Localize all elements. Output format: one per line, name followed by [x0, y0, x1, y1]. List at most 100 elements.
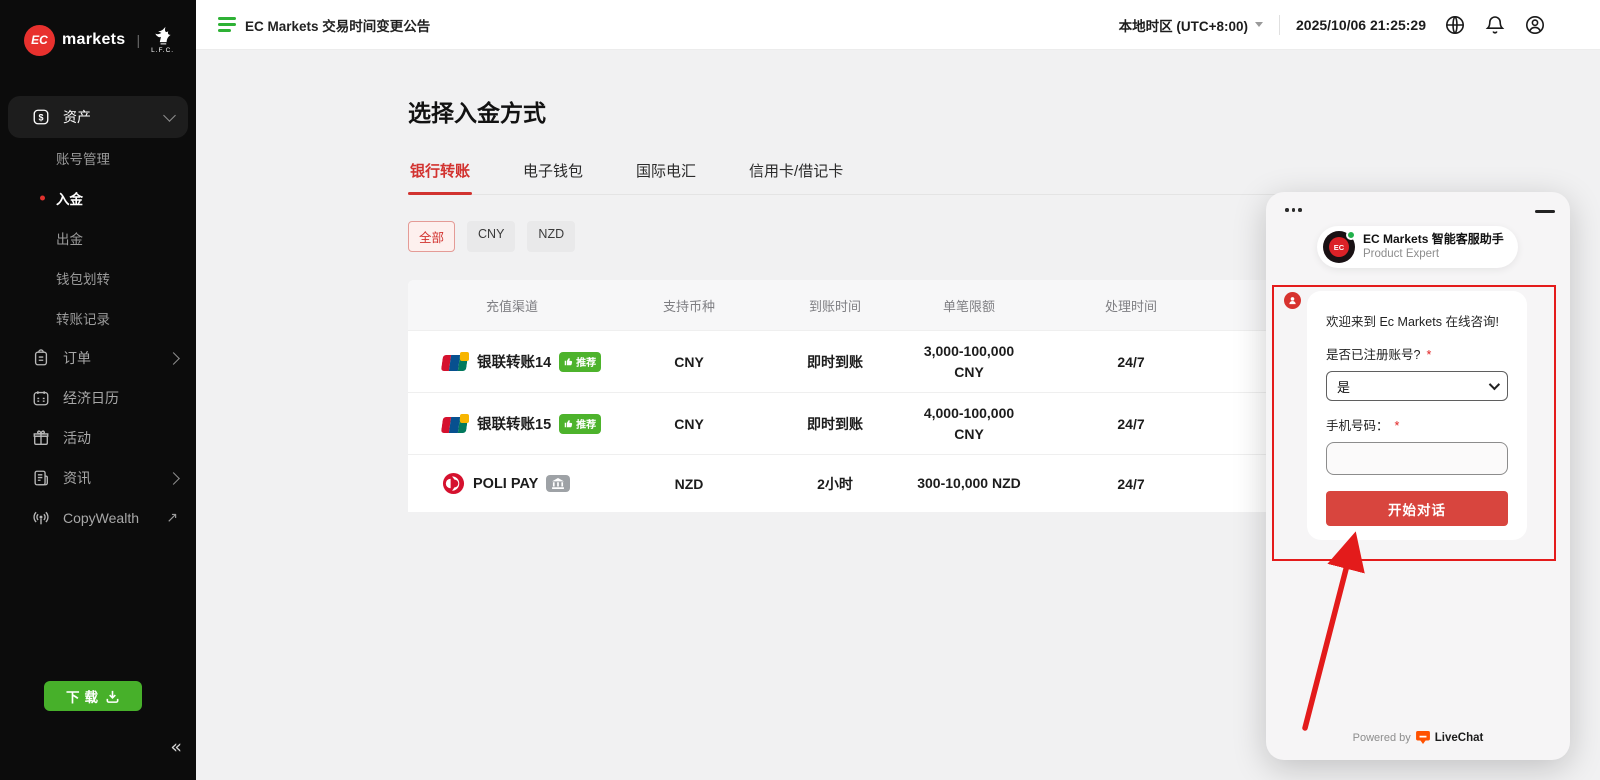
unionpay-logo-icon — [442, 352, 469, 371]
gift-icon — [32, 429, 50, 447]
cell-hours: 24/7 — [1030, 416, 1232, 432]
filter-all[interactable]: 全部 — [408, 221, 455, 252]
tab-bank-transfer[interactable]: 银行转账 — [408, 154, 472, 194]
sidebar-item-withdraw[interactable]: 出金 — [0, 218, 196, 258]
logo-divider: | — [136, 32, 140, 48]
filter-nzd[interactable]: NZD — [527, 221, 575, 252]
sidebar-item-label: 入金 — [56, 188, 83, 208]
brand-logo: EC markets | L.F.C. — [0, 0, 196, 64]
powered-by-label: Powered by — [1353, 732, 1411, 744]
required-asterisk: * — [1395, 419, 1400, 433]
sidebar-item-news[interactable]: 资讯 — [0, 458, 196, 498]
sidebar-item-economic-calendar[interactable]: 经济日历 — [0, 378, 196, 418]
cell-hours: 24/7 — [1030, 354, 1232, 370]
sidebar-item-label: 转账记录 — [56, 308, 110, 328]
cell-arrival: 2小时 — [762, 474, 908, 494]
cell-limit: 300-10,000 NZD — [908, 473, 1030, 494]
dollar-square-icon: $ — [32, 108, 50, 126]
chevron-right-icon — [167, 472, 180, 485]
livechat-widget: EC EC Markets 智能客服助手 Product Expert 欢迎来到… — [1266, 192, 1570, 760]
chat-options-icon[interactable] — [1281, 204, 1306, 216]
agent-avatar: EC — [1323, 231, 1355, 263]
caret-down-icon — [1255, 22, 1263, 27]
sidebar-item-label: 资讯 — [63, 468, 91, 488]
sidebar-item-label: CopyWealth — [63, 510, 139, 526]
globe-icon[interactable] — [1444, 14, 1466, 36]
recommended-badge: 推荐 — [559, 414, 601, 434]
registered-question-label: 是否已注册账号?* — [1326, 344, 1508, 363]
phone-input[interactable] — [1326, 442, 1508, 475]
thumb-up-icon — [564, 357, 573, 366]
sidebar-item-label: 经济日历 — [63, 388, 119, 408]
clipboard-icon — [32, 349, 50, 367]
ec-logo-icon: EC — [24, 25, 55, 56]
topbar: EC Markets 交易时间变更公告 本地时区 (UTC+8:00) 2025… — [196, 0, 1600, 50]
cell-limit: 3,000-100,000 CNY — [908, 341, 1030, 383]
selected-option: 是 — [1337, 377, 1350, 396]
bank-icon — [552, 478, 564, 489]
datetime-display: 2025/10/06 21:25:29 — [1296, 17, 1426, 33]
page-title: 选择入金方式 — [408, 94, 1533, 128]
channel-name: POLI PAY — [473, 476, 538, 492]
agent-subtitle: Product Expert — [1363, 247, 1504, 261]
channel-name: 银联转账14 — [477, 351, 551, 372]
person-icon — [1288, 296, 1297, 305]
sidebar-item-label: 活动 — [63, 428, 91, 448]
recommended-badge: 推荐 — [559, 352, 601, 372]
cell-hours: 24/7 — [1030, 476, 1232, 492]
tab-e-wallet[interactable]: 电子钱包 — [521, 154, 585, 194]
online-status-dot — [1346, 230, 1356, 240]
chevron-down-icon — [163, 109, 176, 122]
brand-name: markets — [62, 31, 125, 49]
download-button[interactable]: 下载 — [44, 681, 142, 711]
badge-label: 推荐 — [576, 354, 596, 369]
sidebar: EC markets | L.F.C. $ 资产 账号管理 入金 出金 钱包划转… — [0, 0, 196, 780]
bank-badge — [546, 475, 570, 492]
registered-select[interactable]: 是 — [1326, 371, 1508, 401]
external-link-icon: ↗ — [166, 510, 178, 526]
sidebar-item-account-management[interactable]: 账号管理 — [0, 138, 196, 178]
sidebar-item-promotions[interactable]: 活动 — [0, 418, 196, 458]
lfc-logo: L.F.C. — [151, 26, 174, 55]
phone-label: 手机号码：* — [1326, 415, 1508, 434]
filter-cny[interactable]: CNY — [467, 221, 515, 252]
sidebar-item-transfer-records[interactable]: 转账记录 — [0, 298, 196, 338]
announcement-menu-icon[interactable] — [218, 17, 236, 32]
agent-mini-avatar-icon — [1284, 292, 1301, 309]
liver-bird-icon — [153, 26, 173, 47]
bell-icon[interactable] — [1484, 14, 1506, 36]
cell-currency: NZD — [616, 476, 762, 492]
deposit-method-tabs: 银行转账 电子钱包 国际电汇 信用卡/借记卡 — [408, 154, 1533, 195]
sidebar-item-label: 订单 — [63, 348, 91, 368]
tab-credit-debit-card[interactable]: 信用卡/借记卡 — [747, 154, 845, 194]
start-chat-button[interactable]: 开始对话 — [1326, 491, 1508, 526]
account-icon[interactable] — [1524, 14, 1546, 36]
sidebar-item-deposit[interactable]: 入金 — [0, 178, 196, 218]
topbar-divider — [1279, 15, 1280, 35]
sidebar-item-label: 出金 — [56, 228, 83, 248]
sidebar-item-label: 账号管理 — [56, 148, 110, 168]
cell-currency: CNY — [616, 354, 762, 370]
sidebar-item-wallet-transfer[interactable]: 钱包划转 — [0, 258, 196, 298]
agent-card: EC EC Markets 智能客服助手 Product Expert — [1317, 226, 1518, 268]
timezone-label: 本地时区 (UTC+8:00) — [1119, 15, 1248, 35]
cell-limit: 4,000-100,000 CNY — [908, 403, 1030, 445]
sidebar-item-copywealth[interactable]: CopyWealth ↗ — [0, 498, 196, 538]
sidebar-item-label: 资产 — [63, 107, 91, 127]
timezone-selector[interactable]: 本地时区 (UTC+8:00) — [1119, 15, 1263, 35]
sidebar-item-orders[interactable]: 订单 — [0, 338, 196, 378]
chevron-down-icon — [1489, 379, 1500, 390]
chat-minimize-button[interactable] — [1535, 210, 1555, 213]
sidebar-nav: $ 资产 账号管理 入金 出金 钱包划转 转账记录 订单 经济日历 活动 资讯 — [0, 96, 196, 538]
download-label: 下载 — [66, 686, 103, 706]
pre-chat-form: 欢迎来到 Ec Markets 在线咨询! 是否已注册账号?* 是 手机号码：*… — [1307, 291, 1527, 540]
tab-international-wire[interactable]: 国际电汇 — [634, 154, 698, 194]
sidebar-collapse-button[interactable]: « — [170, 736, 182, 758]
sidebar-item-assets[interactable]: $ 资产 — [8, 96, 188, 138]
annotation-highlight-box: 欢迎来到 Ec Markets 在线咨询! 是否已注册账号?* 是 手机号码：*… — [1272, 285, 1556, 561]
required-asterisk: * — [1426, 348, 1431, 362]
active-dot — [40, 196, 45, 201]
cell-currency: CNY — [616, 416, 762, 432]
agent-title: EC Markets 智能客服助手 — [1363, 232, 1504, 247]
announcement-link[interactable]: EC Markets 交易时间变更公告 — [245, 15, 430, 35]
